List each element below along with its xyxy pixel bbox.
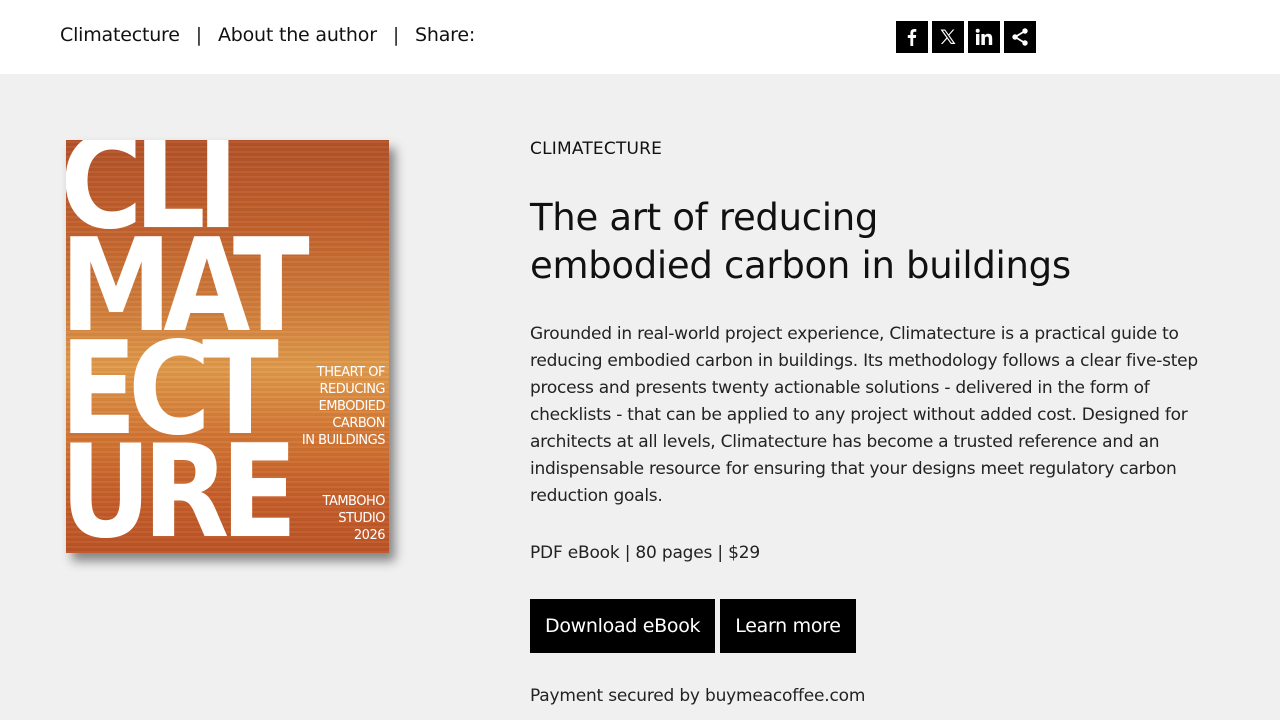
generic-share-button[interactable] [1004, 21, 1036, 53]
nav-separator: | [392, 24, 400, 46]
nav-home-link[interactable]: Climatecture [60, 24, 180, 46]
top-nav: Climatecture | About the author | Share: [60, 24, 475, 46]
cover-publisher-line: STUDIO [338, 511, 385, 526]
cover-publisher: TAMBOHO STUDIO 2026 [322, 493, 386, 544]
cover-subtitle-line: IN BUILDINGS [301, 433, 386, 448]
title-line: The art of reducing [530, 196, 879, 239]
top-bar: Climatecture | About the author | Share: [0, 0, 1280, 74]
x-icon [940, 29, 956, 44]
facebook-share-button[interactable] [896, 21, 928, 53]
facebook-icon [907, 29, 917, 46]
linkedin-share-button[interactable] [968, 21, 1000, 53]
share-label: Share: [415, 24, 476, 46]
nav-separator: | [195, 24, 202, 46]
share-icons [896, 21, 1036, 53]
cta-buttons: Download eBook Learn more [530, 599, 856, 653]
cover-title-line: URE [66, 418, 298, 554]
payment-note: Payment secured by buymeacoffee.com [530, 686, 866, 706]
book-cover-art: CLI MAT ECT URE THEART OF REDUCING EMBOD… [66, 140, 389, 553]
book-meta: PDF eBook | 80 pages | $29 [530, 543, 760, 563]
page-title: The art of reducing embodied carbon in b… [530, 194, 1071, 290]
share-icon [1012, 28, 1028, 46]
linkedin-icon [975, 28, 993, 45]
cover-publisher-line: TAMBOHO [322, 494, 386, 509]
download-ebook-button[interactable]: Download eBook [530, 599, 716, 653]
cover-subtitle: THEART OF REDUCING EMBODIED CARBON IN BU… [301, 364, 386, 449]
nav-about-link[interactable]: About the author [218, 24, 377, 46]
cover-subtitle-line: REDUCING [319, 382, 386, 397]
x-share-button[interactable] [932, 21, 964, 53]
learn-more-button[interactable]: Learn more [720, 599, 856, 653]
cover-subtitle-line: EMBODIED [318, 399, 386, 414]
cover-subtitle-line: CARBON [332, 416, 385, 431]
cover-year: 2026 [353, 528, 386, 543]
cover-subtitle-line: THEART OF [316, 365, 386, 380]
book-description: Grounded in real-world project experienc… [530, 324, 1198, 506]
book-cover: CLI MAT ECT URE THEART OF REDUCING EMBOD… [66, 140, 389, 553]
book-series-label: CLIMATECTURE [530, 139, 663, 159]
title-line: embodied carbon in buildings [530, 244, 1071, 287]
